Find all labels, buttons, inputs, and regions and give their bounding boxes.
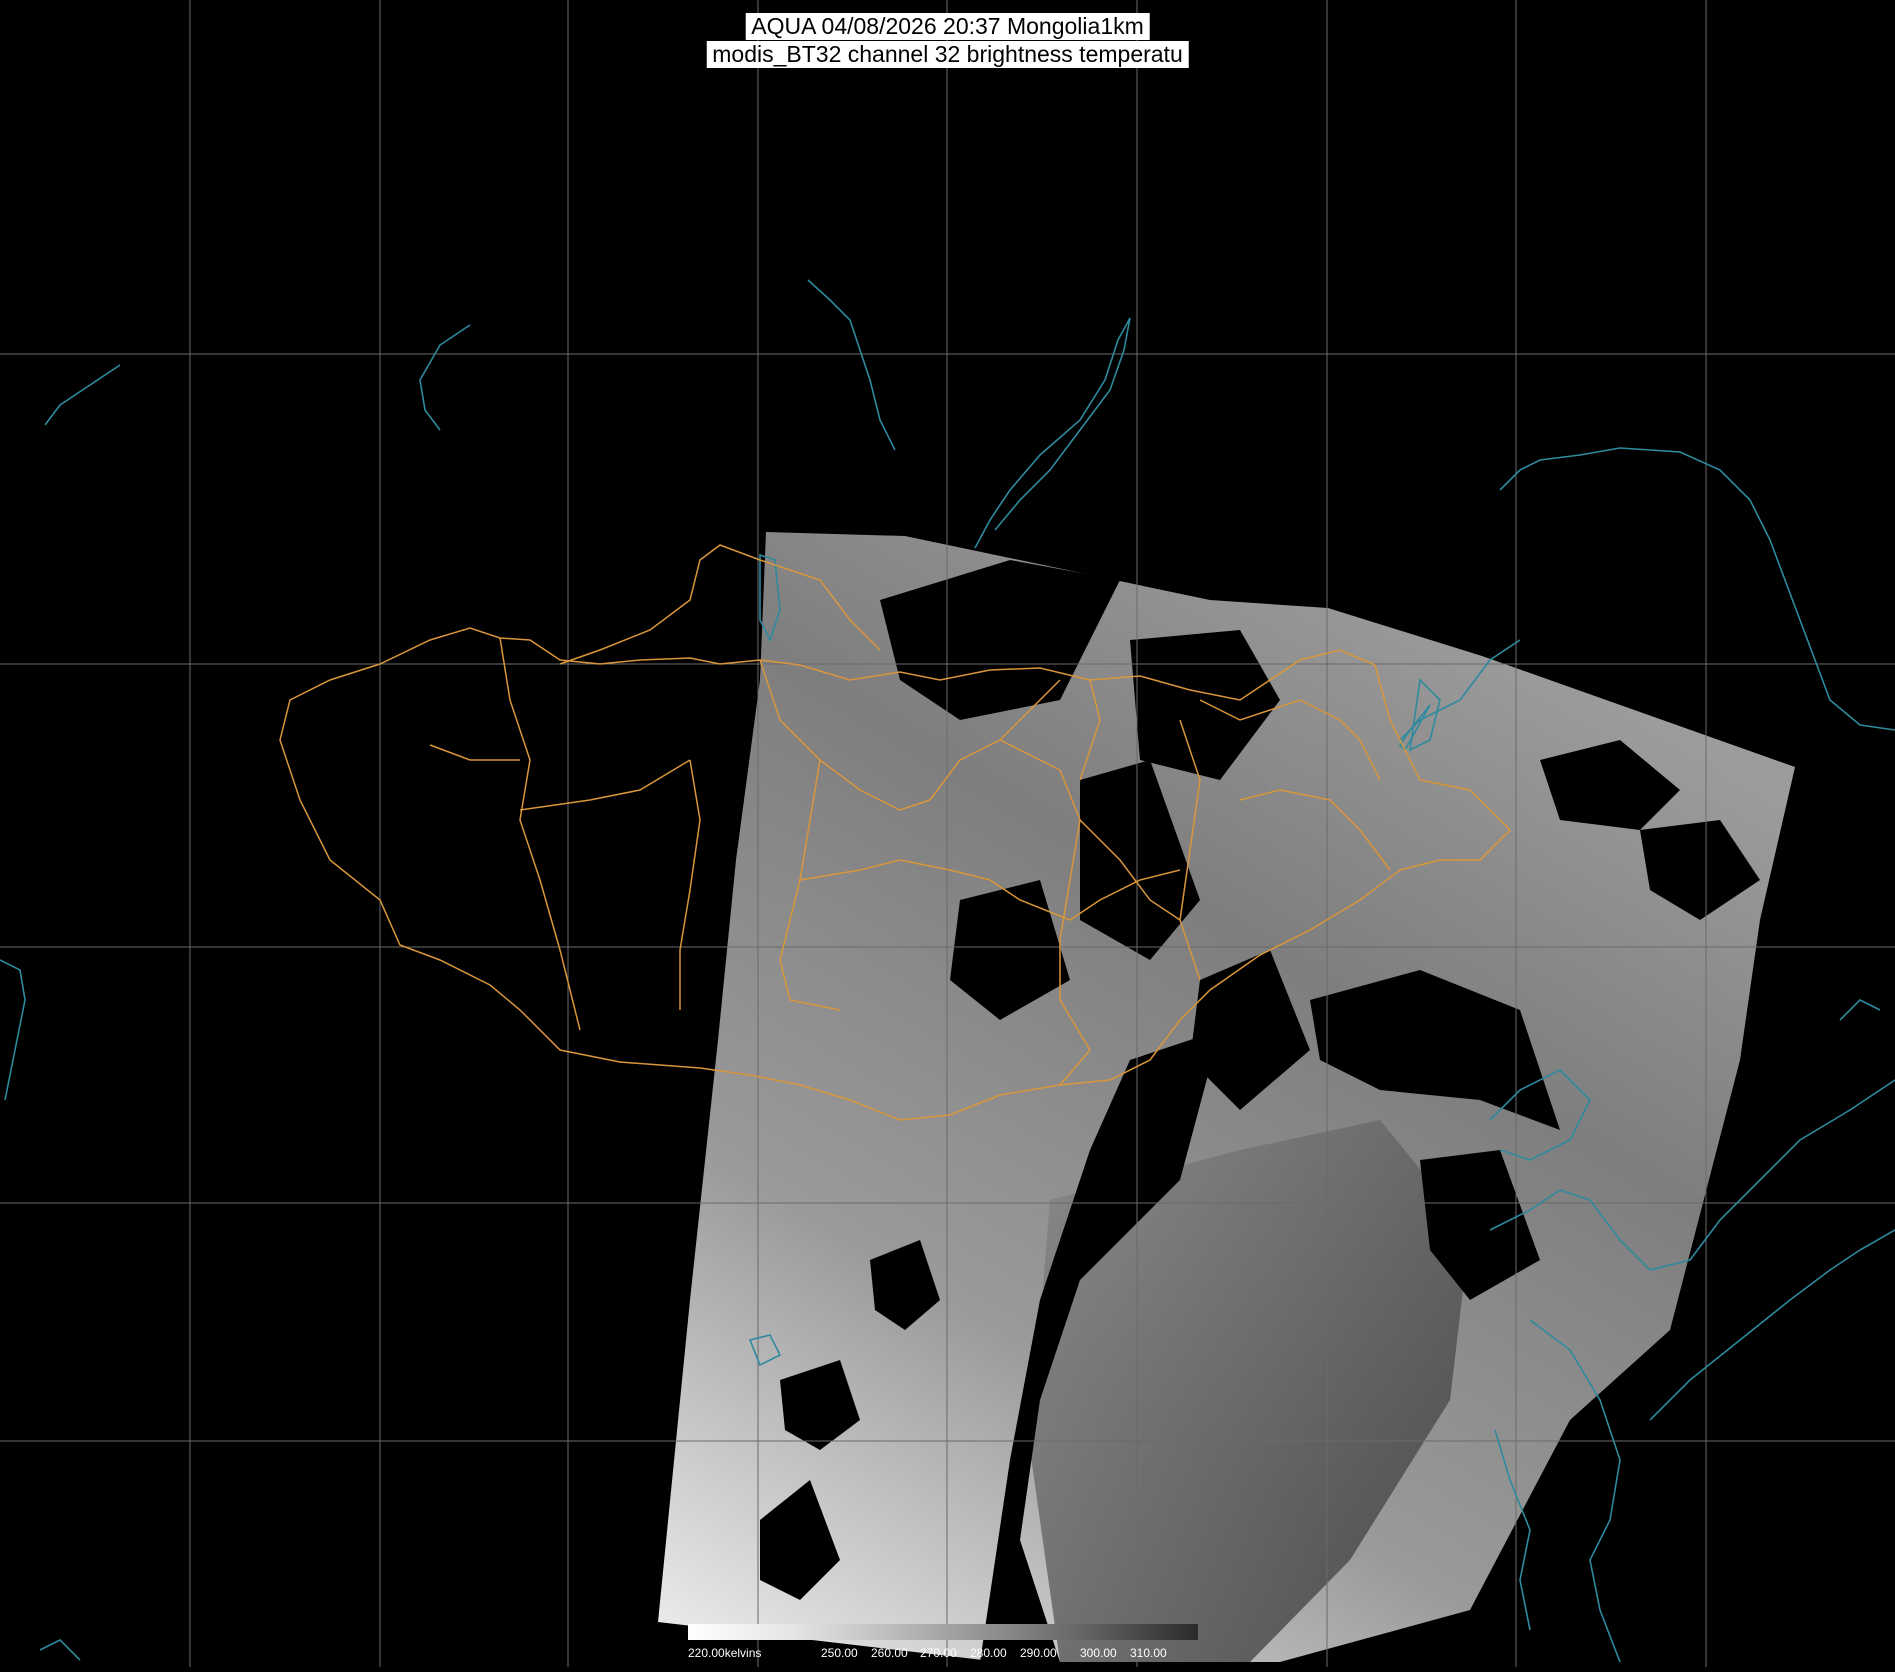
- colorbar-label: 290.00: [1020, 1646, 1057, 1660]
- map-canvas: [0, 0, 1895, 1667]
- colorbar-ramp: [688, 1624, 1198, 1640]
- colorbar-label: 270.00: [920, 1646, 957, 1660]
- colorbar-label: 280.00: [970, 1646, 1007, 1660]
- map-title: AQUA 04/08/2026 20:37 Mongolia1km: [745, 13, 1150, 40]
- colorbar-label-min: 220.00kelvins: [688, 1646, 762, 1660]
- colorbar-label: 250.00: [821, 1646, 858, 1660]
- satellite-map: AQUA 04/08/2026 20:37 Mongolia1km modis_…: [0, 0, 1895, 1667]
- colorbar-legend: 220.00kelvins 250.00 260.00 270.00 280.0…: [688, 1624, 1198, 1664]
- map-subtitle: modis_BT32 channel 32 brightness tempera…: [706, 41, 1189, 68]
- colorbar-label-max: 310.00: [1130, 1646, 1167, 1660]
- colorbar-label: 300.00: [1080, 1646, 1117, 1660]
- colorbar-label: 260.00: [871, 1646, 908, 1660]
